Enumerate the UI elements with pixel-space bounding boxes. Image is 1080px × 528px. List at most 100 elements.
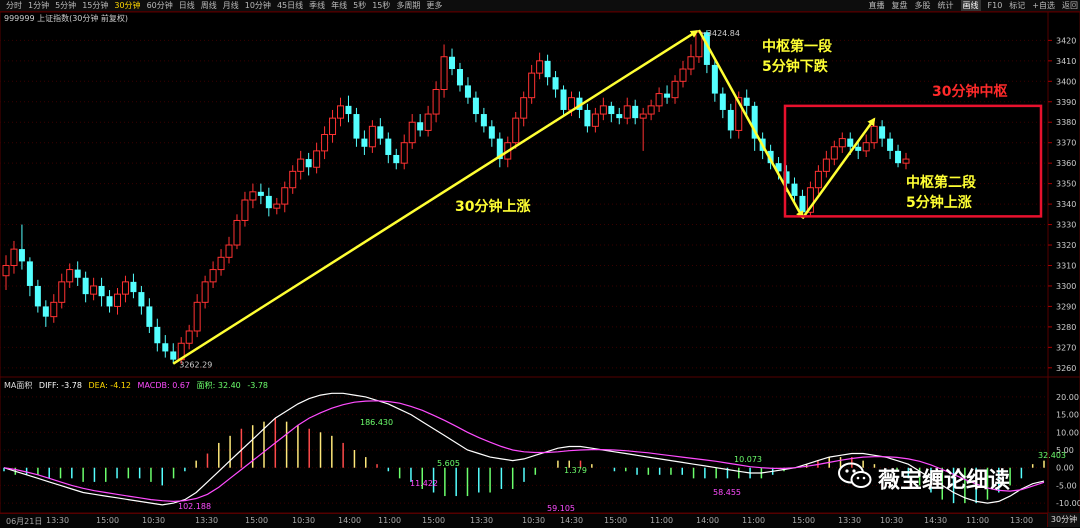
macd-legend-extra: -3.78 xyxy=(247,381,269,390)
candle-body-down xyxy=(82,277,89,295)
candle-body-down xyxy=(584,109,591,127)
price-tick-label: 3260 xyxy=(1056,364,1076,373)
candle-body-up xyxy=(233,219,241,246)
price-tick-label: 3420 xyxy=(1056,36,1076,45)
candle-body-down xyxy=(42,306,49,317)
candle-body-up xyxy=(289,170,297,189)
candle-body-up xyxy=(687,56,695,70)
candle-body-down xyxy=(799,195,806,213)
candle-body-down xyxy=(632,105,639,119)
date-tick: 13:00 xyxy=(1010,516,1034,525)
candle-body-up xyxy=(281,187,289,205)
candle-body-up xyxy=(536,60,544,74)
candle-body-up xyxy=(50,301,58,318)
period-tag[interactable]: 30分钟 xyxy=(1047,513,1080,527)
watermark: 薇宝缠论细读 xyxy=(838,462,1058,496)
rise-annotation: 30分钟上涨 xyxy=(455,199,531,215)
macd-tick-label: 15.00 xyxy=(1056,411,1079,420)
wechat-icon xyxy=(838,462,872,501)
candle-body-up xyxy=(209,269,217,283)
candle-body-down xyxy=(34,285,41,307)
candle-body-down xyxy=(664,93,671,98)
price-tick-label: 3280 xyxy=(1056,323,1076,332)
candle-body-up xyxy=(440,56,448,90)
candle-body-up xyxy=(217,256,225,271)
price-tick-label: 3400 xyxy=(1056,77,1076,86)
candle-body-down xyxy=(887,138,894,151)
candle-body-up xyxy=(321,134,329,152)
candle-body-down xyxy=(472,97,479,115)
candle-body-up xyxy=(273,203,281,209)
candle-body-down xyxy=(464,85,471,98)
segment2-arrow xyxy=(801,117,876,220)
candle-body-down xyxy=(162,343,169,352)
candle-body-up xyxy=(408,121,416,144)
candle-body-up xyxy=(424,113,432,131)
candle-body-up xyxy=(647,105,655,115)
macd-tick-label: 10.00 xyxy=(1056,428,1079,437)
candle-body-up xyxy=(193,301,201,332)
candle-body-down xyxy=(488,126,495,139)
candle-body-down xyxy=(393,154,400,164)
candle-body-up xyxy=(297,158,305,172)
candle-body-up xyxy=(902,158,910,164)
segment2-annotation-line1: 中枢第二段 xyxy=(906,175,976,191)
date-tick: 11:00 xyxy=(650,516,674,525)
candle-body-up xyxy=(58,281,66,303)
candle-body-up xyxy=(599,105,607,115)
candle-body-down xyxy=(449,56,456,70)
candle-body-down xyxy=(305,159,312,168)
macd-tick-label: 20.00 xyxy=(1056,393,1079,402)
candle-body-down xyxy=(544,60,551,78)
segment1-annotation-line2: 5分钟下跌 xyxy=(762,59,828,75)
macd-area-label: 11.422 xyxy=(410,479,438,488)
candle-body-down xyxy=(138,292,145,307)
candle-body-up xyxy=(225,244,233,258)
candle-body-down xyxy=(719,93,726,110)
macd-area-label: 32.403 xyxy=(1038,451,1066,460)
candle-body-up xyxy=(679,68,687,82)
macd-legend-dea: DEA: -4.12 xyxy=(88,381,131,390)
price-tick-label: 3370 xyxy=(1056,139,1076,148)
price-tick-label: 3390 xyxy=(1056,98,1076,107)
segment1-annotation-line1: 中枢第一段 xyxy=(762,39,832,55)
date-tick: 13:30 xyxy=(838,516,862,525)
candle-body-down xyxy=(608,105,615,115)
candle-body-up xyxy=(671,80,679,99)
candle-body-up xyxy=(10,248,18,266)
date-axis: 06月21日 13:30 15:00 10:30 13:30 15:00 10:30 14:0… xyxy=(0,513,1048,528)
candle-body-up xyxy=(830,146,838,160)
candle-body-down xyxy=(345,105,352,115)
candle-body-down xyxy=(560,89,567,110)
date-tick: 13:30 xyxy=(195,516,219,525)
candle-body-down xyxy=(353,114,360,139)
candle-body-down xyxy=(480,114,487,127)
candle-body-up xyxy=(814,170,822,189)
macd-area-label: 10.073 xyxy=(734,455,762,464)
price-tick-label: 3360 xyxy=(1056,159,1076,168)
date-tick: 15:00 xyxy=(792,516,816,525)
macd-legend-macd: MACDB: 0.67 xyxy=(137,381,191,390)
kline-chart[interactable]: 3260 3270 3280 3290 3300 3310 3320 3330 3340 3350… xyxy=(0,0,1080,527)
date-tick: 15:00 xyxy=(245,516,269,525)
candle-body-down xyxy=(106,296,113,307)
candle-body-down xyxy=(895,150,902,164)
candle-body-down xyxy=(361,138,368,147)
candle-body-up xyxy=(241,199,249,221)
candle-body-down xyxy=(855,146,862,151)
candle-body-down xyxy=(18,249,25,262)
candle-body-up xyxy=(822,158,830,172)
date-tick: 15:00 xyxy=(422,516,446,525)
date-tick: 10:30 xyxy=(142,516,166,525)
candle-body-up xyxy=(2,264,10,277)
price-tick-label: 3380 xyxy=(1056,118,1076,127)
candle-body-up xyxy=(591,113,599,127)
price-tick-label: 3310 xyxy=(1056,261,1076,270)
date-tick: 11:00 xyxy=(742,516,766,525)
candle-body-down xyxy=(456,69,463,86)
macd-tick-label: -5.00 xyxy=(1056,481,1077,490)
candle-body-up xyxy=(520,97,528,119)
candle-body-up xyxy=(623,105,631,119)
price-tick-label: 3270 xyxy=(1056,343,1076,352)
date-tick: 10:30 xyxy=(292,516,316,525)
